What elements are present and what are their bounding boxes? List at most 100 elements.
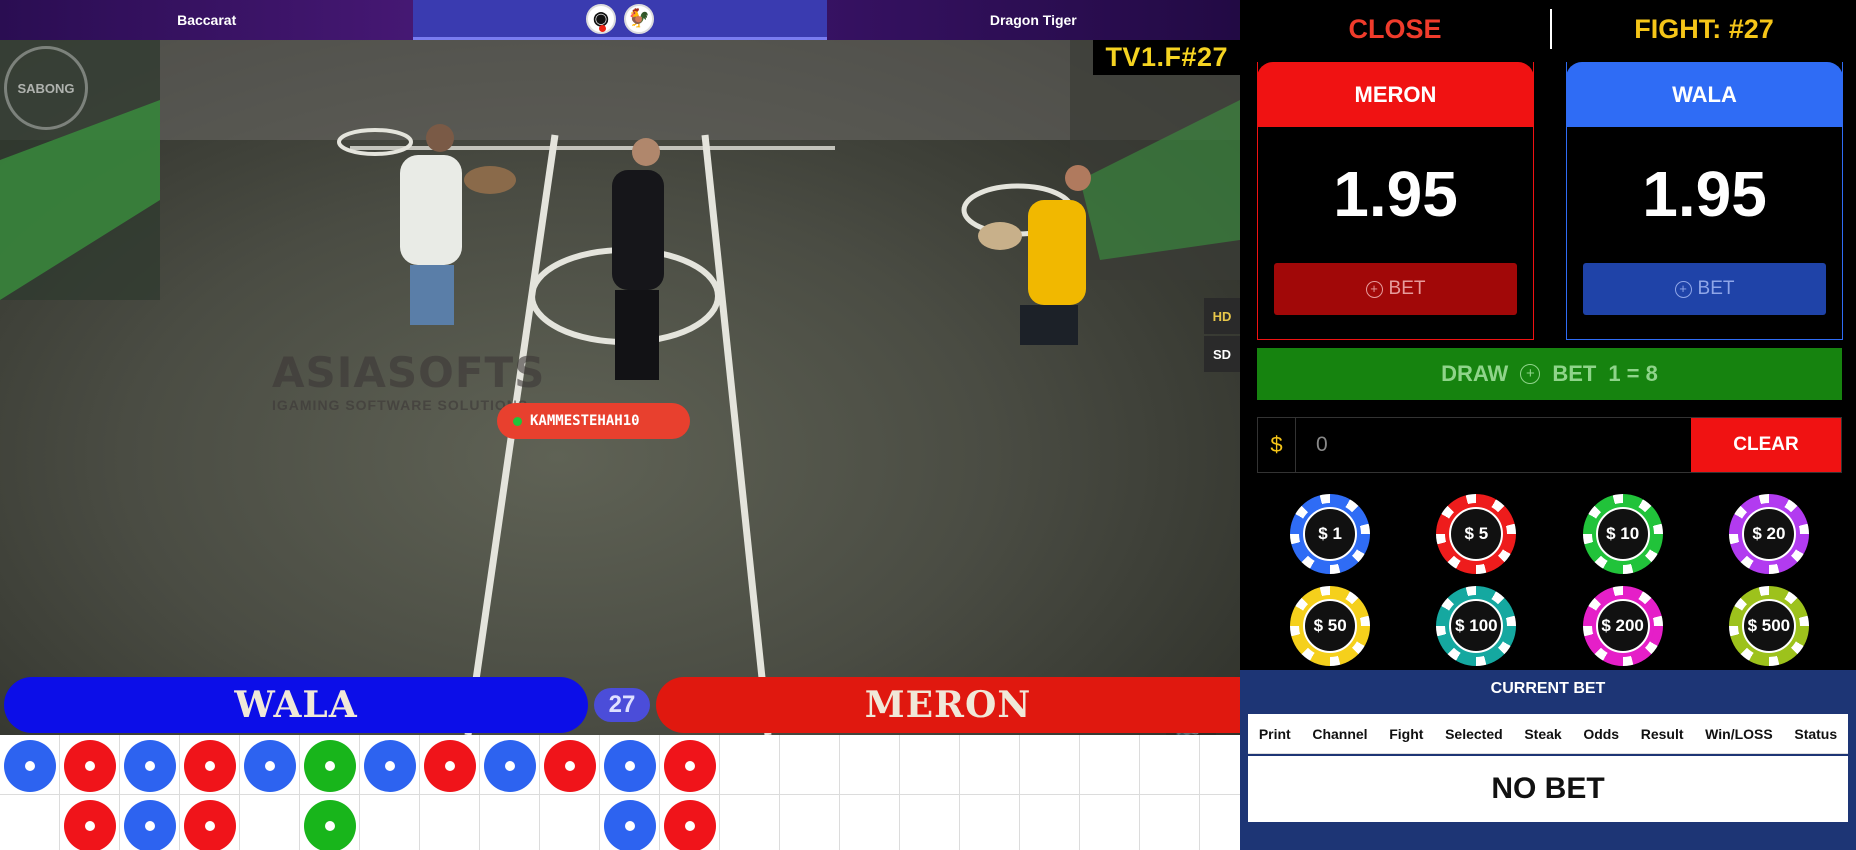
wala-card: WALA 1.95 + BET [1566,62,1843,340]
bead-cell [960,735,1020,795]
plus-circle-icon: + [1365,280,1383,298]
chip-label: $ 1 [1303,507,1358,561]
column-header: Print [1258,725,1291,742]
column-header: Fight [1389,725,1424,742]
draw-bet-button[interactable]: DRAW + BET 1 = 8 [1257,348,1842,400]
bead-cell [660,795,720,850]
chip-label: $ 100 [1449,599,1504,653]
column-header: Steak [1524,725,1562,742]
bead-blue [4,740,56,792]
tab-baccarat[interactable]: Baccarat [0,0,413,40]
bet-amount-input[interactable] [1296,418,1691,472]
chip-button[interactable]: $ 100 [1436,586,1517,666]
meron-bet-label: BET [1388,278,1426,299]
arena-scene [0,40,1240,735]
bead-cell [240,735,300,795]
chip-slot: $ 5 [1403,488,1549,580]
clear-button[interactable]: CLEAR [1691,418,1841,472]
plus-circle-icon: + [1520,364,1541,384]
bead-cell [360,795,420,850]
bead-red [64,800,116,850]
bead-cell [840,735,900,795]
tab-dragon-tiger[interactable]: Dragon Tiger [827,0,1240,40]
bead-red [184,740,236,792]
currency-symbol: $ [1258,418,1296,472]
chip-button[interactable]: $ 200 [1582,586,1663,666]
chip-slot: $ 100 [1403,580,1549,672]
bead-cell [1020,795,1080,850]
panel-header: CLOSE FIGHT: #27 [1240,0,1856,58]
meron-card: MERON 1.95 + BET [1257,62,1534,340]
bead-cell [900,735,960,795]
bead-road-grid [0,735,1260,850]
chip-slot: $ 10 [1550,488,1696,580]
close-status[interactable]: CLOSE [1240,14,1550,45]
fight-number-badge: 27 [594,688,650,722]
meron-banner: MERON [656,677,1240,733]
current-bet-section: CURRENT BET Print Channel Fight Selected Ste… [1240,670,1856,850]
chip-label: $ 50 [1303,599,1358,653]
bead-blue [124,800,176,850]
meron-bet-button[interactable]: + BET [1274,263,1517,315]
bead-cell [480,795,540,850]
bead-blue [604,740,656,792]
bead-blue [244,740,296,792]
bead-cell [1020,735,1080,795]
tab-cockfight[interactable]: ◉ 🐓 [413,0,827,40]
meron-title: MERON [1257,62,1534,127]
draw-label: DRAW [1441,361,1509,386]
app-root: Baccarat ◉ 🐓 Dragon Tiger SABONG TV1.F#2… [0,0,1856,850]
chip-slot: $ 50 [1257,580,1403,672]
bet-amount-row: $ CLEAR [1257,417,1842,473]
chip-slot: $ 200 [1550,580,1696,672]
quality-hd-button[interactable]: HD [1204,298,1240,334]
username-badge: KAMMESTEHAH10 [497,403,690,439]
bead-cell [360,735,420,795]
live-video-stream[interactable]: SABONG TV1.F#27 HD SD ASIASOFTS IGAMING … [0,40,1240,735]
bead-cell [120,795,180,850]
bead-cell [960,795,1020,850]
game-tabs: Baccarat ◉ 🐓 Dragon Tiger [0,0,1240,40]
bead-cell [720,795,780,850]
username-text: KAMMESTEHAH10 [530,413,640,429]
column-header: Status [1794,725,1838,742]
sabong-watermark-logo: SABONG [4,46,88,130]
chip-button[interactable]: $ 1 [1290,494,1371,574]
draw-bet-label: BET [1552,361,1597,386]
watermark-title: ASIASOFTS [272,348,546,397]
chip-label: $ 20 [1741,507,1796,561]
draw-ratio: 1 = 8 [1608,361,1658,386]
chip-button[interactable]: $ 10 [1582,494,1663,574]
wala-banner: WALA [4,677,588,733]
bead-cell [780,735,840,795]
bead-blue [124,740,176,792]
meron-odds: 1.95 [1333,158,1458,230]
bead-cell [600,735,660,795]
bead-green [304,740,356,792]
chip-button[interactable]: $ 20 [1728,494,1809,574]
bead-cell [0,795,60,850]
bead-cell [300,795,360,850]
bead-blue [364,740,416,792]
sabong-logo-icon: ◉ [585,3,616,34]
plus-circle-icon: + [1674,280,1692,298]
chip-button[interactable]: $ 50 [1290,586,1371,666]
chip-selector: $ 1 $ 5 $ 10 $ 20 $ 50 $ 100 $ 200 $ 500 [1257,488,1842,668]
chip-button[interactable]: $ 500 [1728,586,1809,666]
bead-cell [0,735,60,795]
bead-cell [60,795,120,850]
bead-cell [180,795,240,850]
bead-cell [420,735,480,795]
wala-bet-button[interactable]: + BET [1583,263,1826,315]
quality-sd-button[interactable]: SD [1204,336,1240,372]
bead-cell [240,795,300,850]
bead-cell [300,735,360,795]
chip-button[interactable]: $ 5 [1436,494,1517,574]
bead-cell [1080,735,1140,795]
bead-red [664,800,716,850]
chip-slot: $ 500 [1696,580,1842,672]
bead-cell [1080,795,1140,850]
rooster-icon: 🐓 [623,3,654,34]
bead-cell [1140,795,1200,850]
chip-label: $ 200 [1595,599,1650,653]
